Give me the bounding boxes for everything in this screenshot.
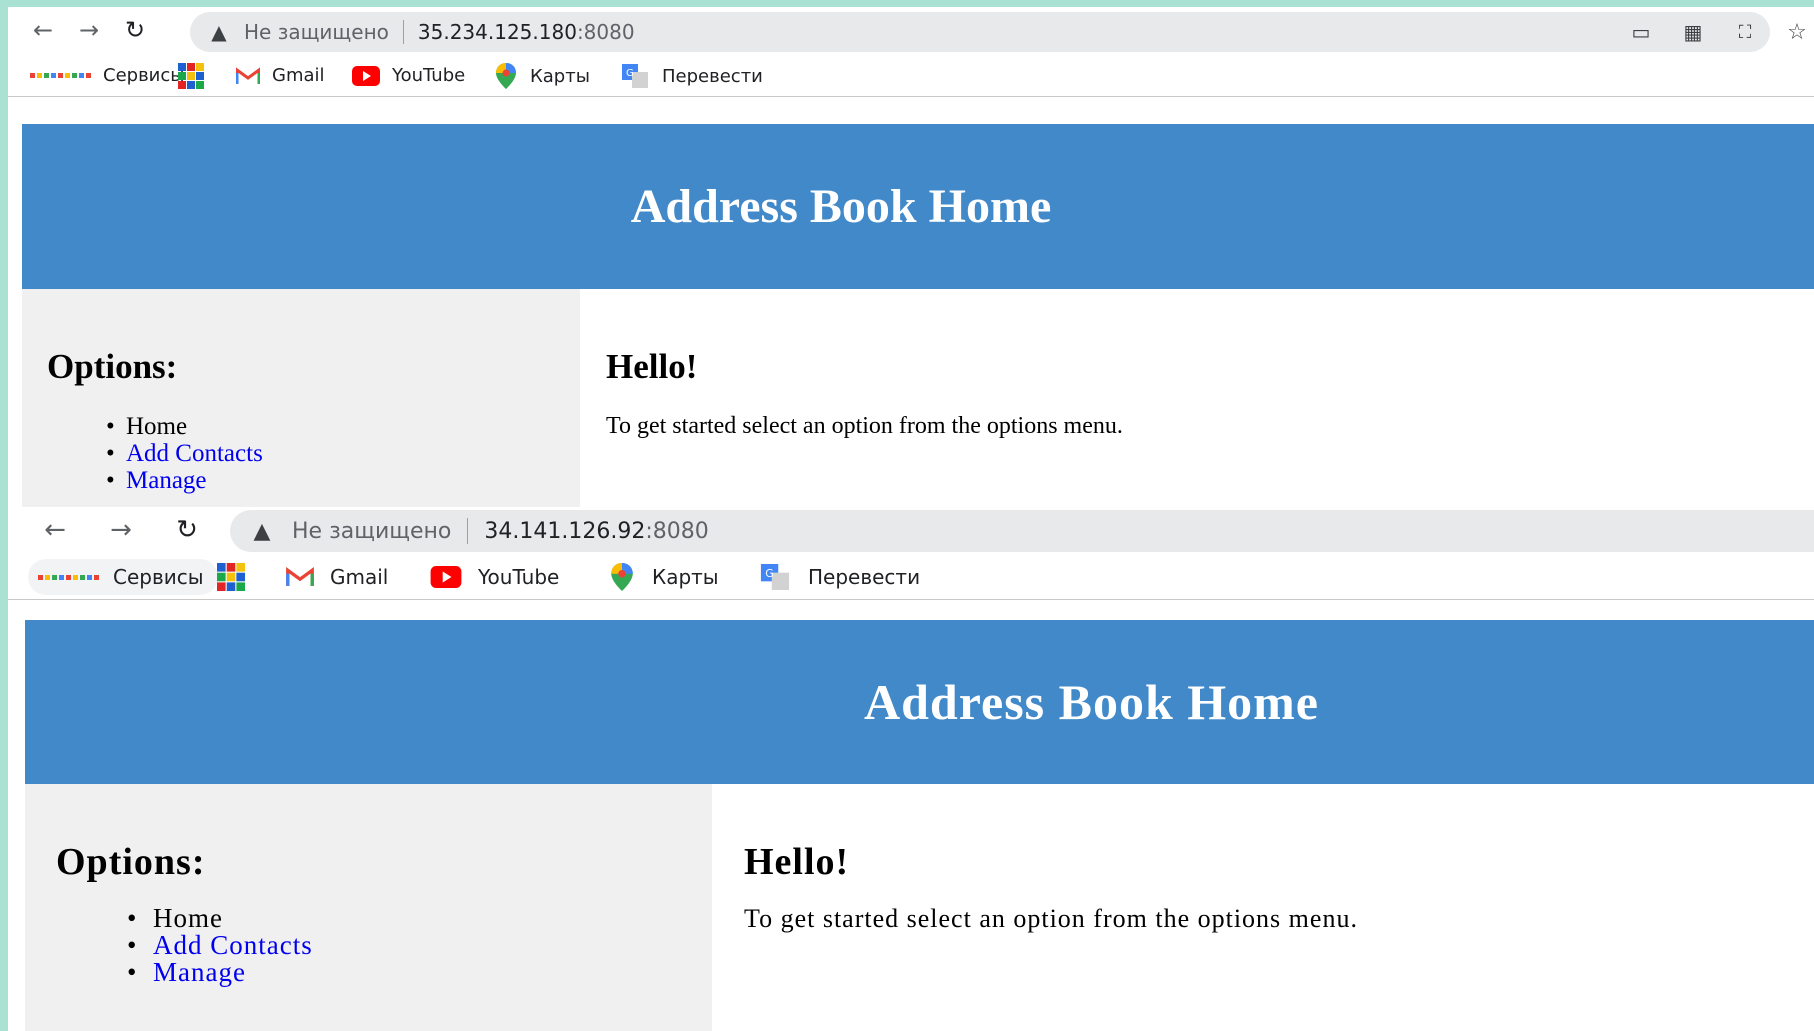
- colorful-tiles-icon: [217, 563, 245, 591]
- reload-icon[interactable]: ↻: [170, 515, 204, 545]
- omnibox-separator: [402, 20, 404, 44]
- back-arrow-icon[interactable]: ←: [38, 515, 72, 545]
- bookmark-star-icon[interactable]: ☆: [1782, 19, 1812, 45]
- intro-text: To get started select an option from the…: [744, 904, 1358, 933]
- translate-icon: G: [622, 64, 648, 88]
- browser-toolbar: ← → ↻ ▲ Не защищено 34.141.126.92:8080: [8, 507, 1814, 553]
- sidebar-title: Options:: [47, 347, 178, 386]
- bookmark-label: Сервисы: [103, 65, 185, 86]
- intro-text: To get started select an option from the…: [606, 413, 1123, 439]
- greeting-heading: Hello!: [744, 841, 850, 883]
- security-label: Не защищено: [244, 20, 389, 44]
- forward-arrow-icon[interactable]: →: [104, 515, 138, 545]
- address-bar[interactable]: ▲ Не защищено 34.141.126.92:8080: [230, 510, 1814, 552]
- maps-pin-icon: [611, 563, 633, 591]
- apps-grid-icon: [38, 574, 99, 580]
- gmail-icon: [236, 66, 260, 84]
- cast-device-icon[interactable]: ▭: [1626, 19, 1656, 45]
- url-port: :8080: [576, 20, 635, 44]
- maps-pin-icon: [496, 63, 516, 89]
- page-title: Address Book Home: [630, 180, 1052, 233]
- url-host: 34.141.126.92: [484, 518, 646, 544]
- bookmarks-bar: Сервисы Gmail YouTube Карты G Перевести: [8, 53, 1814, 97]
- url-host: 35.234.125.180: [417, 20, 577, 44]
- qr-code-icon[interactable]: ▦: [1678, 19, 1708, 45]
- security-label: Не защищено: [292, 518, 452, 544]
- options-sidebar: Options: Home Add Contacts Manage: [22, 289, 580, 507]
- translate-page-icon[interactable]: ⛶: [1730, 19, 1760, 45]
- bookmark-gmail[interactable]: Gmail: [286, 565, 388, 589]
- options-menu: Home Add Contacts Manage: [106, 413, 263, 494]
- svg-text:G: G: [626, 68, 634, 79]
- menu-item-home: Home: [127, 903, 313, 933]
- bookmark-label: Перевести: [662, 65, 763, 87]
- youtube-icon: [352, 65, 380, 86]
- bookmark-label: Gmail: [272, 65, 325, 86]
- bookmark-label: YouTube: [392, 65, 466, 86]
- svg-text:G: G: [765, 567, 773, 580]
- bookmark-label: YouTube: [478, 565, 560, 589]
- bookmark-label: Перевести: [808, 565, 921, 589]
- bookmark-tiles[interactable]: [178, 63, 204, 89]
- menu-item-add-contacts[interactable]: Add Contacts: [127, 930, 313, 960]
- apps-grid-icon: [30, 73, 91, 78]
- bookmark-youtube[interactable]: YouTube: [352, 65, 465, 86]
- page-title: Address Book Home: [863, 674, 1319, 730]
- bookmark-maps[interactable]: Карты: [610, 563, 719, 591]
- url-text: 35.234.125.180:8080: [418, 20, 635, 44]
- browser-toolbar: ← → ↻ ▲ Не защищено 35.234.125.180:8080 …: [8, 7, 1814, 53]
- menu-item-add-contacts[interactable]: Add Contacts: [106, 440, 263, 467]
- menu-item-manage[interactable]: Manage: [127, 957, 313, 987]
- address-bar[interactable]: ▲ Не защищено 35.234.125.180:8080: [190, 12, 1770, 52]
- warning-triangle-icon: ▲: [253, 518, 271, 544]
- manage-link[interactable]: Manage: [126, 467, 207, 494]
- bookmark-translate[interactable]: G Перевести: [760, 564, 920, 590]
- options-sidebar: Options: Home Add Contacts Manage: [25, 784, 712, 1031]
- bookmark-youtube[interactable]: YouTube: [430, 565, 559, 589]
- colorful-tiles-icon: [178, 63, 204, 89]
- bookmark-services[interactable]: Сервисы: [30, 65, 184, 86]
- main-content: Hello! To get started select an option f…: [712, 784, 1814, 1031]
- gmail-icon: [286, 567, 314, 586]
- url-port: :8080: [645, 518, 709, 544]
- options-menu: Home Add Contacts Manage: [127, 903, 313, 987]
- forward-arrow-icon[interactable]: →: [74, 15, 104, 45]
- manage-link[interactable]: Manage: [153, 957, 246, 987]
- bookmark-label: Gmail: [330, 565, 389, 589]
- greeting-heading: Hello!: [606, 347, 698, 386]
- browser-window-2: ← → ↻ ▲ Не защищено 34.141.126.92:8080 С…: [8, 507, 1814, 1031]
- menu-item-label: Home: [153, 903, 223, 933]
- page-header: Address Book Home: [25, 620, 1814, 784]
- bookmark-maps[interactable]: Карты: [496, 63, 590, 89]
- youtube-icon: [430, 566, 462, 588]
- add-contacts-link[interactable]: Add Contacts: [153, 930, 313, 960]
- bookmark-label: Карты: [652, 565, 719, 589]
- translate-icon: G: [760, 564, 790, 590]
- reload-icon[interactable]: ↻: [120, 15, 150, 45]
- bookmark-label: Сервисы: [113, 565, 204, 589]
- bookmark-services[interactable]: Сервисы: [28, 559, 218, 595]
- browser-window-1: ← → ↻ ▲ Не защищено 35.234.125.180:8080 …: [8, 7, 1814, 507]
- url-text: 34.141.126.92:8080: [484, 519, 708, 544]
- back-arrow-icon[interactable]: ←: [28, 15, 58, 45]
- bookmark-translate[interactable]: G Перевести: [622, 64, 763, 88]
- bookmark-gmail[interactable]: Gmail: [236, 65, 325, 86]
- omnibox-separator: [467, 518, 469, 544]
- warning-triangle-icon: ▲: [211, 20, 227, 44]
- main-content: Hello! To get started select an option f…: [580, 289, 1814, 507]
- menu-item-manage[interactable]: Manage: [106, 467, 263, 494]
- omnibox-action-icons: ▭ ▦ ⛶ ☆: [1626, 19, 1812, 45]
- sidebar-title: Options:: [56, 841, 206, 883]
- add-contacts-link[interactable]: Add Contacts: [126, 440, 263, 467]
- bookmark-label: Карты: [530, 65, 590, 87]
- menu-item-label: Home: [126, 413, 188, 440]
- page-header: Address Book Home: [22, 124, 1814, 289]
- bookmarks-bar: Сервисы Gmail YouTube Карты G Перевести: [8, 553, 1814, 600]
- bookmark-tiles[interactable]: [216, 563, 246, 591]
- menu-item-home: Home: [106, 413, 263, 440]
